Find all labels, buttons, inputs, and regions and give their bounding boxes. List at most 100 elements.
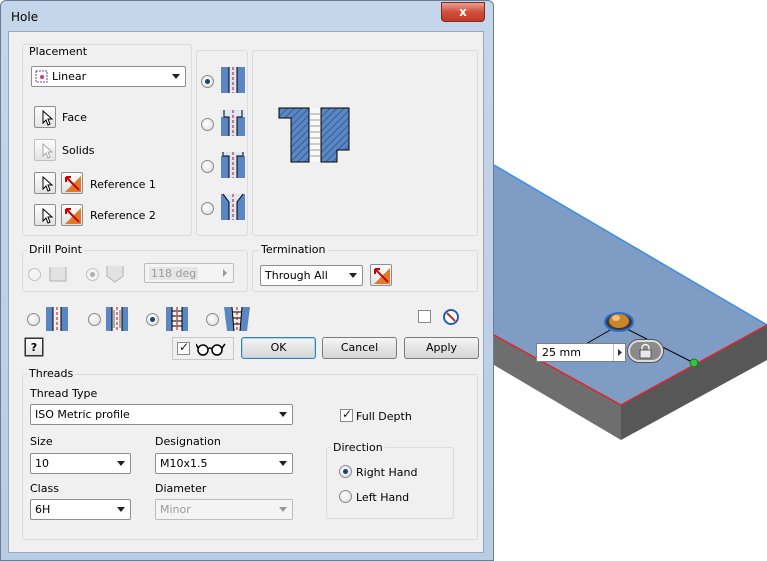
taper-tapped-hole-icon xyxy=(224,306,250,332)
drill-point-angle-radio[interactable] xyxy=(86,268,99,281)
chevron-down-icon xyxy=(279,461,287,466)
drill-point-flat-radio[interactable] xyxy=(28,268,41,281)
size-label: Size xyxy=(30,435,53,448)
close-button[interactable]: x xyxy=(441,2,485,22)
part-model[interactable] xyxy=(494,0,767,561)
infer-ifeatures-icon[interactable] xyxy=(442,308,460,326)
hole-style-tapped-radio[interactable] xyxy=(146,313,159,326)
dimension-lock-button[interactable] xyxy=(628,340,663,362)
dimension-menu-arrow[interactable] xyxy=(613,344,625,361)
help-button[interactable]: ? xyxy=(24,337,44,357)
hole-preview-image xyxy=(278,107,350,163)
flip-direction-icon xyxy=(65,176,81,192)
chevron-down-icon xyxy=(117,507,125,512)
diameter-label: Diameter xyxy=(155,482,207,495)
drilled-hole-icon xyxy=(221,67,245,93)
designation-value: M10x1.5 xyxy=(160,457,208,470)
linear-placement-icon xyxy=(35,70,48,83)
hole-type-drilled-radio[interactable] xyxy=(201,75,214,88)
size-combo[interactable]: 10 xyxy=(30,453,131,474)
threads-group-label: Threads xyxy=(27,367,76,380)
chevron-right-icon xyxy=(223,269,227,277)
size-value: 10 xyxy=(35,457,49,470)
reference2-flip-button[interactable] xyxy=(61,204,83,226)
class-combo[interactable]: 6H xyxy=(30,499,131,520)
left-hand-radio[interactable] xyxy=(339,490,352,503)
chevron-down-icon xyxy=(172,74,180,79)
apply-button[interactable]: Apply xyxy=(404,337,479,359)
hole-type-countersink-radio[interactable] xyxy=(201,202,214,215)
right-hand-label: Right Hand xyxy=(356,466,418,479)
termination-combo[interactable]: Through All xyxy=(260,265,363,286)
extra-option-checkbox[interactable] xyxy=(418,310,431,323)
placement-type-value: Linear xyxy=(52,70,87,83)
dimension-value: 25 mm xyxy=(542,346,581,359)
reference1-select-button[interactable] xyxy=(34,172,56,194)
clearance-hole-icon xyxy=(106,307,128,331)
reference1-label: Reference 1 xyxy=(90,178,156,191)
termination-flip-button[interactable] xyxy=(370,264,392,286)
face-select-button[interactable] xyxy=(34,106,56,128)
hole-preview-highlight xyxy=(612,315,620,321)
drill-angle-field[interactable]: 118 deg xyxy=(144,263,234,283)
flip-direction-icon xyxy=(374,268,390,284)
hole-style-clearance-radio[interactable] xyxy=(88,313,101,326)
flat-drill-point-icon xyxy=(49,267,67,282)
full-depth-label: Full Depth xyxy=(356,410,412,423)
flip-direction-icon xyxy=(65,208,81,224)
reference1-flip-button[interactable] xyxy=(61,172,83,194)
direction-group-label: Direction xyxy=(331,441,385,454)
simple-hole-icon xyxy=(46,307,68,331)
hole-style-taper-tapped-radio[interactable] xyxy=(206,313,219,326)
diameter-value: Minor xyxy=(160,503,191,516)
drill-point-group-label: Drill Point xyxy=(27,243,84,256)
countersink-hole-icon xyxy=(221,193,245,220)
reference2-label: Reference 2 xyxy=(90,209,156,222)
termination-group-label: Termination xyxy=(259,243,328,256)
help-icon: ? xyxy=(25,338,43,356)
cursor-arrow-icon xyxy=(42,142,54,159)
placement-group-label: Placement xyxy=(27,45,90,58)
termination-value: Through All xyxy=(265,269,328,282)
glasses-icon xyxy=(196,343,226,356)
tapped-hole-icon xyxy=(166,307,188,331)
window-title: Hole xyxy=(11,10,39,24)
dimension-input[interactable]: 25 mm xyxy=(536,343,626,362)
placement-type-combo[interactable]: Linear xyxy=(31,66,186,87)
reference-point-handle[interactable] xyxy=(689,358,699,368)
thread-type-label: Thread Type xyxy=(30,387,98,400)
class-label: Class xyxy=(30,482,59,495)
thread-type-combo[interactable]: ISO Metric profile xyxy=(30,404,293,425)
spotface-hole-icon xyxy=(221,152,245,178)
solids-select-button[interactable] xyxy=(34,139,56,161)
hole-type-counterbore-radio[interactable] xyxy=(201,118,214,131)
hole-style-simple-radio[interactable] xyxy=(27,313,40,326)
chevron-down-icon xyxy=(117,461,125,466)
face-label: Face xyxy=(62,111,87,124)
designation-combo[interactable]: M10x1.5 xyxy=(155,453,293,474)
left-hand-label: Left Hand xyxy=(356,491,410,504)
solids-label: Solids xyxy=(62,144,95,157)
cursor-arrow-icon xyxy=(42,109,54,126)
title-bar[interactable]: Hole x xyxy=(1,1,493,31)
lock-icon xyxy=(639,343,652,359)
ok-button[interactable]: OK xyxy=(241,337,316,359)
cursor-arrow-icon xyxy=(42,175,54,192)
hole-type-spotface-radio[interactable] xyxy=(201,160,214,173)
chevron-down-icon xyxy=(279,412,287,417)
direction-group xyxy=(326,447,454,519)
right-hand-radio[interactable] xyxy=(339,465,352,478)
reference2-select-button[interactable] xyxy=(34,204,56,226)
preview-checkbox[interactable] xyxy=(177,340,190,355)
chevron-down-icon xyxy=(349,273,357,278)
full-depth-checkbox[interactable] xyxy=(340,407,353,422)
cursor-arrow-icon xyxy=(42,207,54,224)
class-value: 6H xyxy=(35,503,51,516)
cancel-button[interactable]: Cancel xyxy=(322,337,397,359)
counterbore-hole-icon xyxy=(221,110,245,136)
diameter-combo[interactable]: Minor xyxy=(155,499,293,520)
chevron-right-icon xyxy=(618,349,622,356)
angle-drill-point-icon xyxy=(106,266,124,283)
designation-label: Designation xyxy=(155,435,221,448)
drill-angle-value: 118 deg xyxy=(149,267,199,280)
